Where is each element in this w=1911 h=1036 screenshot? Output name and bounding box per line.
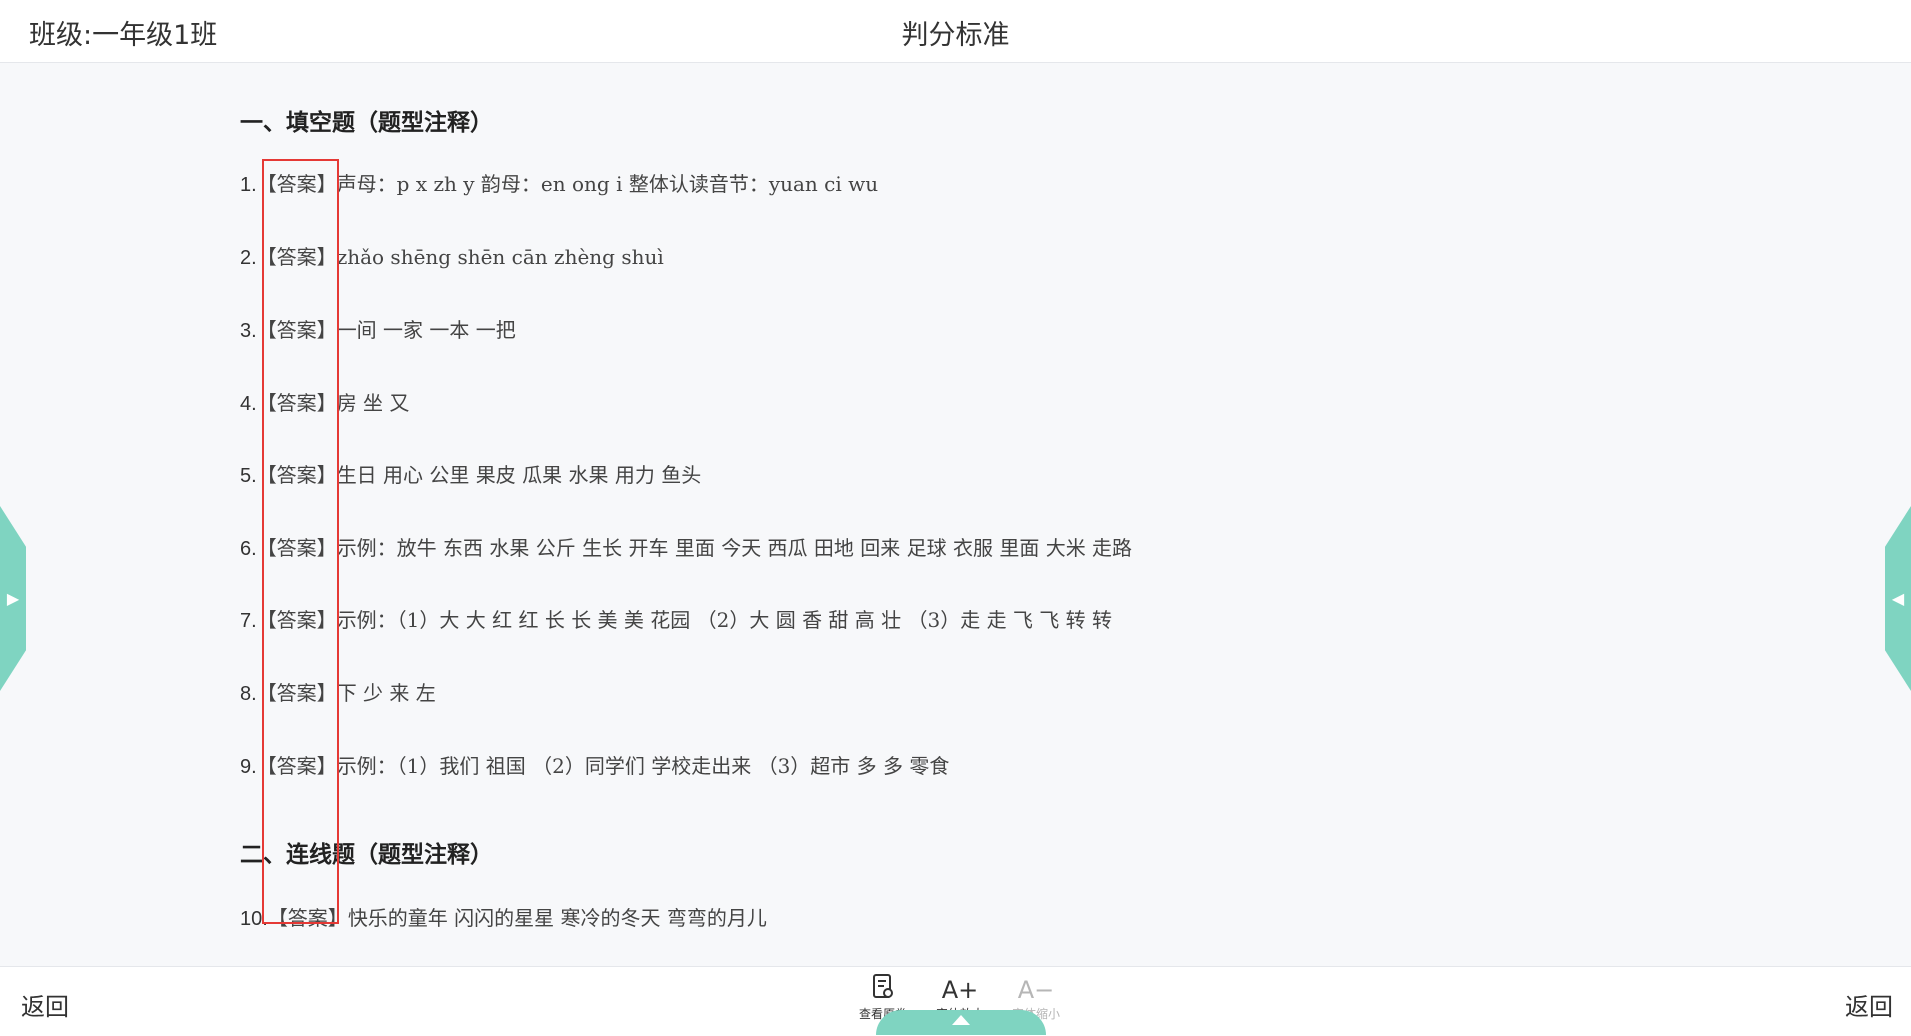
answer-row: 2.【答案】zhǎo shēng shēn cān zhèng shuì [240,241,664,270]
answer-row: 7.【答案】示例：（1）大 大 红 红 长 长 美 美 花园 （2）大 圆 香 … [240,604,1112,633]
top-bar: 班级:一年级1班 判分标准 [0,0,1911,63]
page-title: 判分标准 [901,20,1010,51]
triangle-left-icon: ◀ [1891,589,1905,608]
question-number: 8. [240,683,257,705]
answer-text: 声母：p x zh y 韵母：en ong i 整体认读音节：yuan ci w… [336,172,879,196]
triangle-up-icon [952,1015,970,1025]
answer-text: 房 坐 又 [336,391,410,415]
answer-row: 4.【答案】房 坐 又 [240,387,409,416]
font-decrease-icon: A− [1017,976,1055,1004]
question-number: 10. [240,908,268,930]
answer-tag: 【答案】 [267,906,348,930]
answer-tag: 【答案】 [256,318,337,342]
section-title-fill-blank: 一、填空题（题型注释） [240,110,493,136]
answer-row: 3.【答案】一间 一家 一本 一把 [240,314,516,343]
answer-text: 下 少 来 左 [336,681,436,705]
answer-tag: 【答案】 [256,391,337,415]
back-button-left[interactable]: 返回 [21,987,69,1022]
answer-tag: 【答案】 [256,681,337,705]
question-number: 2. [240,247,257,269]
question-number: 1. [240,174,257,196]
bottom-panel-handle[interactable] [876,1010,1046,1035]
back-button-right[interactable]: 返回 [1845,987,1893,1022]
answer-tag: 【答案】 [256,608,337,632]
answer-tag: 【答案】 [256,754,337,778]
answer-row: 9.【答案】示例：（1）我们 祖国 （2）同学们 学校走出来 （3）超市 多 多… [240,750,949,779]
question-number: 4. [240,393,257,415]
question-number: 9. [240,756,257,778]
answer-text: 快乐的童年 闪闪的星星 寒冷的冬天 弯弯的月儿 [347,906,767,930]
answer-text: 示例：（1）大 大 红 红 长 长 美 美 花园 （2）大 圆 香 甜 高 壮 … [336,608,1113,632]
question-number: 7. [240,610,257,632]
answer-text: 示例：放牛 东西 水果 公斤 生长 开车 里面 今天 西瓜 田地 回来 足球 衣… [336,536,1133,560]
answer-tag: 【答案】 [256,172,337,196]
answer-tag: 【答案】 [256,536,337,560]
question-number: 5. [240,465,257,487]
answer-row: 5.【答案】生日 用心 公里 果皮 瓜果 水果 用力 鱼头 [240,459,701,488]
answer-row: 1.【答案】声母：p x zh y 韵母：en ong i 整体认读音节：yua… [240,168,878,197]
section-title-matching: 二、连线题（题型注释） [240,842,493,868]
answer-tag: 【答案】 [256,245,337,269]
answer-text: 一间 一家 一本 一把 [336,318,516,342]
document-check-icon [850,973,916,1007]
right-expand-tab[interactable]: ◀ [1885,506,1911,691]
answer-tag: 【答案】 [256,463,337,487]
answer-row: 10.【答案】快乐的童年 闪闪的星星 寒冷的冬天 弯弯的月儿 [240,902,767,931]
answer-text: zhǎo shēng shēn cān zhèng shuì [336,245,664,269]
question-number: 6. [240,538,257,560]
question-number: 3. [240,320,257,342]
answer-content: 一、填空题（题型注释） 1.【答案】声母：p x zh y 韵母：en ong … [240,62,1660,965]
triangle-right-icon: ▶ [6,589,20,608]
answer-text: 示例：（1）我们 祖国 （2）同学们 学校走出来 （3）超市 多 多 零食 [336,754,950,778]
font-increase-icon: A+ [941,976,979,1004]
answer-text: 生日 用心 公里 果皮 瓜果 水果 用力 鱼头 [336,463,702,487]
answer-row: 6.【答案】示例：放牛 东西 水果 公斤 生长 开车 里面 今天 西瓜 田地 回… [240,532,1132,561]
left-expand-tab[interactable]: ▶ [0,506,26,691]
answer-row: 8.【答案】下 少 来 左 [240,677,436,706]
